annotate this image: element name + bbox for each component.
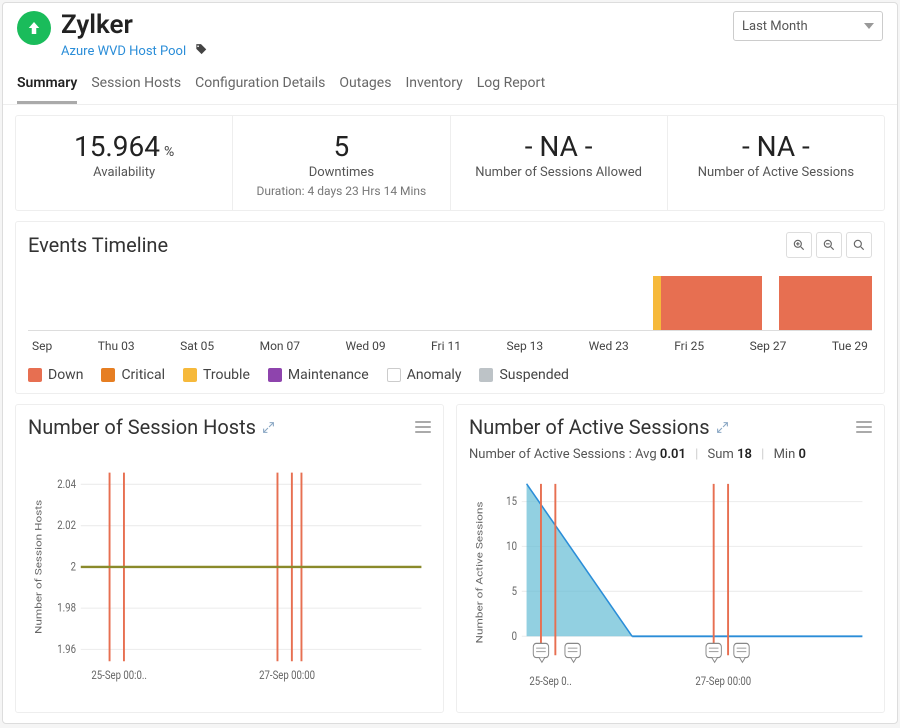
session-hosts-chart[interactable]: 2.04 2.02 2 1.98 1.96 Number of Session … [28, 449, 431, 708]
active-sessions-header: Number of Active Sessions [469, 415, 872, 439]
svg-text:27-Sep 00:00: 27-Sep 00:00 [695, 673, 751, 687]
chart-menu-button[interactable] [856, 421, 872, 433]
legend-critical: Critical [101, 367, 165, 383]
svg-text:Number of Session Hosts: Number of Session Hosts [33, 499, 45, 634]
svg-text:0: 0 [512, 628, 517, 642]
page-header: Zylker Azure WVD Host Pool Last Month [3, 3, 897, 61]
kpi-downtimes: 5 Downtimes Duration: 4 days 23 Hrs 14 M… [233, 116, 450, 210]
kpi-availability: 15.964 % Availability [16, 116, 233, 210]
subtitle-row: Azure WVD Host Pool [61, 42, 883, 61]
svg-text:1.98: 1.98 [57, 600, 76, 614]
timeline-axis: Sep Thu 03 Sat 05 Mon 07 Wed 09 Fri 11 S… [28, 330, 872, 353]
zoom-out-button[interactable] [816, 232, 842, 258]
time-period-select[interactable]: Last Month [733, 11, 883, 41]
time-period-value: Last Month [742, 19, 808, 34]
kpi-sessions-allowed-value: - NA - [525, 130, 593, 163]
kpi-downtimes-sublabel: Duration: 4 days 23 Hrs 14 Mins [241, 184, 441, 198]
svg-text:Number of Active Sessions: Number of Active Sessions [474, 501, 486, 643]
kpi-active-sessions: - NA - Number of Active Sessions [668, 116, 884, 210]
swatch-icon [101, 368, 115, 382]
tab-outages[interactable]: Outages [339, 75, 391, 104]
events-timeline-header: Events Timeline [28, 232, 872, 258]
zoom-reset-button[interactable] [846, 232, 872, 258]
kpi-availability-value: 15.964 [74, 130, 160, 163]
tab-log-report[interactable]: Log Report [477, 75, 545, 104]
swatch-icon [387, 368, 401, 382]
active-sessions-chart[interactable]: 15 10 5 0 Number of Active Sessions [469, 472, 872, 708]
timeline-seg-trouble [653, 276, 661, 330]
charts-row: Number of Session Hosts [15, 404, 885, 713]
tag-icon[interactable] [194, 42, 208, 61]
expand-icon[interactable] [716, 415, 729, 439]
swatch-icon [28, 368, 42, 382]
legend-suspended: Suspended [479, 367, 569, 383]
timeline-seg-down-2 [779, 276, 872, 330]
svg-text:1.96: 1.96 [57, 642, 76, 656]
tab-session-hosts[interactable]: Session Hosts [91, 75, 181, 104]
timeline-tick: Sep 13 [506, 339, 543, 353]
resource-type-link[interactable]: Azure WVD Host Pool [61, 44, 186, 59]
legend-trouble: Trouble [183, 367, 250, 383]
swatch-icon [479, 368, 493, 382]
kpi-availability-label: Availability [24, 165, 224, 180]
svg-text:25-Sep 0..: 25-Sep 0.. [529, 673, 571, 687]
timeline-seg-down-1 [661, 276, 762, 330]
legend-anomaly: Anomaly [387, 367, 462, 383]
svg-text:2.02: 2.02 [57, 518, 76, 532]
timeline-legend: Down Critical Trouble Maintenance Anomal… [28, 367, 872, 383]
status-up-icon [17, 11, 51, 45]
svg-text:15: 15 [506, 494, 517, 508]
svg-text:2: 2 [71, 559, 76, 573]
active-sessions-chart-panel: Number of Active Sessions Number of Acti… [456, 404, 885, 713]
timeline-tick: Sat 05 [180, 339, 214, 353]
expand-icon[interactable] [262, 415, 275, 439]
swatch-icon [268, 368, 282, 382]
chart-menu-button[interactable] [415, 421, 431, 433]
kpi-row: 15.964 % Availability 5 Downtimes Durati… [15, 115, 885, 211]
session-hosts-title: Number of Session Hosts [28, 415, 275, 439]
zoom-in-button[interactable] [786, 232, 812, 258]
chevron-down-icon [864, 23, 874, 29]
kpi-active-sessions-value: - NA - [742, 130, 810, 163]
timeline-tick: Thu 03 [98, 339, 135, 353]
active-sessions-title: Number of Active Sessions [469, 415, 729, 439]
kpi-downtimes-value: 5 [334, 130, 350, 163]
svg-text:27-Sep 00:00: 27-Sep 00:00 [259, 668, 315, 682]
events-timeline-title: Events Timeline [28, 233, 168, 257]
timeline-area: Sep Thu 03 Sat 05 Mon 07 Wed 09 Fri 11 S… [28, 276, 872, 353]
active-sessions-stats: Number of Active Sessions : Avg 0.01 | S… [469, 447, 872, 462]
timeline-tick: Fri 25 [674, 339, 704, 353]
timeline-tick: Wed 23 [589, 339, 629, 353]
svg-text:10: 10 [506, 539, 517, 553]
timeline-tick: Fri 11 [431, 339, 461, 353]
session-hosts-header: Number of Session Hosts [28, 415, 431, 439]
kpi-sessions-allowed-label: Number of Sessions Allowed [459, 165, 659, 180]
timeline-tick: Sep 27 [750, 339, 787, 353]
kpi-sessions-allowed: - NA - Number of Sessions Allowed [451, 116, 668, 210]
svg-text:2.04: 2.04 [57, 477, 76, 491]
svg-text:5: 5 [512, 584, 517, 598]
timeline-tick: Tue 29 [832, 339, 868, 353]
timeline-tick: Mon 07 [260, 339, 300, 353]
events-timeline-controls [786, 232, 872, 258]
timeline-tick: Wed 09 [346, 339, 386, 353]
legend-maintenance: Maintenance [268, 367, 369, 383]
tab-configuration-details[interactable]: Configuration Details [195, 75, 325, 104]
kpi-availability-unit: % [164, 144, 174, 160]
swatch-icon [183, 368, 197, 382]
svg-text:25-Sep 00:0..: 25-Sep 00:0.. [91, 668, 146, 682]
timeline-track[interactable] [28, 276, 872, 330]
legend-down: Down [28, 367, 83, 383]
page-container: Zylker Azure WVD Host Pool Last Month Su… [2, 2, 898, 724]
tab-summary[interactable]: Summary [17, 75, 77, 104]
kpi-active-sessions-label: Number of Active Sessions [676, 165, 876, 180]
kpi-downtimes-label: Downtimes [241, 165, 441, 180]
timeline-tick: Sep [32, 339, 52, 353]
tab-inventory[interactable]: Inventory [405, 75, 462, 104]
session-hosts-chart-panel: Number of Session Hosts [15, 404, 444, 713]
events-timeline-panel: Events Timeline Sep Thu [15, 221, 885, 394]
tabs: Summary Session Hosts Configuration Deta… [3, 61, 897, 105]
